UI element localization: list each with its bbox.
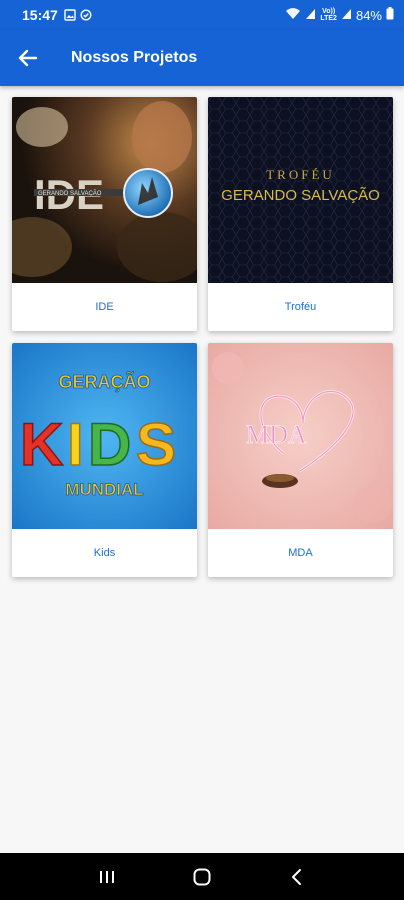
back-icon [291, 868, 301, 885]
image-icon [64, 9, 76, 21]
system-nav-bar [0, 853, 404, 900]
signal-icon [341, 8, 352, 23]
project-label: MDA [288, 547, 313, 559]
svg-text:GERANDO SALVAÇÃO: GERANDO SALVAÇÃO [221, 187, 380, 204]
svg-text:D: D [88, 411, 131, 478]
svg-text:GERAÇÃO: GERAÇÃO [58, 371, 150, 392]
status-time: 15:47 [22, 7, 58, 23]
recent-apps-button[interactable] [92, 862, 122, 892]
battery-icon [386, 7, 394, 23]
project-image-trofeu: TROFÉU GERANDO SALVAÇÃO [208, 97, 393, 283]
system-back-button[interactable] [282, 862, 312, 892]
signal-icon [305, 8, 316, 23]
svg-text:TROFÉU: TROFÉU [266, 167, 335, 182]
status-right: Vo)) LTE2 84% [285, 7, 394, 23]
svg-text:S: S [136, 411, 176, 478]
wifi-icon [285, 7, 301, 23]
project-card-kids[interactable]: GERAÇÃO K I D S MUNDIAL Kids [12, 343, 197, 577]
project-card-trofeu[interactable]: TROFÉU GERANDO SALVAÇÃO Troféu [208, 97, 393, 331]
page-title: Nossos Projetos [71, 49, 198, 66]
home-icon [193, 868, 211, 885]
svg-text:MDA: MDA [246, 420, 307, 449]
project-image-ide: IDE GERANDO SALVAÇÃO [12, 97, 197, 283]
svg-text:MUNDIAL: MUNDIAL [65, 480, 143, 499]
status-bar: 15:47 Vo)) LTE2 84% [0, 0, 404, 30]
project-card-ide[interactable]: IDE GERANDO SALVAÇÃO IDE [12, 97, 197, 331]
back-button[interactable] [0, 30, 56, 86]
home-button[interactable] [187, 862, 217, 892]
project-image-mda: MDA [208, 343, 393, 529]
svg-text:GERANDO SALVAÇÃO: GERANDO SALVAÇÃO [38, 190, 102, 197]
check-circle-icon [80, 9, 92, 21]
network-type: Vo)) LTE2 [320, 8, 337, 22]
arrow-left-icon [18, 49, 38, 67]
battery-percent: 84% [355, 7, 382, 23]
project-card-mda[interactable]: MDA MDA [208, 343, 393, 577]
app-bar: Nossos Projetos [0, 30, 404, 86]
project-label: Kids [93, 547, 116, 559]
project-label: Troféu [284, 301, 317, 313]
svg-text:K: K [20, 411, 63, 478]
recent-apps-icon [100, 870, 115, 883]
project-image-kids: GERAÇÃO K I D S MUNDIAL [12, 343, 197, 529]
project-label: IDE [95, 301, 114, 313]
svg-text:I: I [67, 411, 84, 478]
